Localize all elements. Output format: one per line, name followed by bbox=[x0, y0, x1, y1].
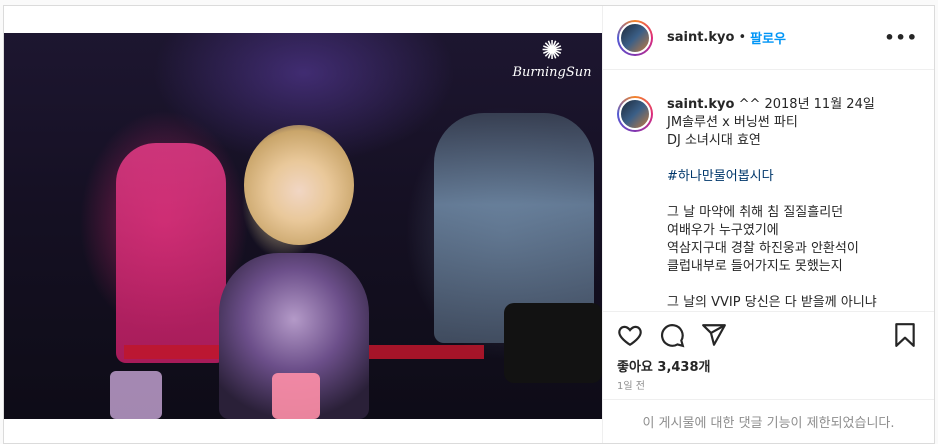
action-bar bbox=[603, 311, 934, 357]
logo-text: BurningSun bbox=[512, 65, 592, 80]
photo-phone bbox=[272, 373, 320, 419]
caption-first-line: ^^ 2018년 11월 24일 bbox=[734, 97, 875, 112]
share-icon[interactable] bbox=[701, 322, 727, 348]
follow-button[interactable]: 팔로우 bbox=[750, 28, 786, 47]
post-header: saint.kyo • 팔로우 ••• bbox=[603, 6, 934, 70]
post-media[interactable]: ✺ BurningSun bbox=[4, 6, 602, 443]
post-sidebar: saint.kyo • 팔로우 ••• saint.kyo ^^ 2018년 1… bbox=[602, 6, 934, 443]
caption-line: 역삼지구대 경찰 하진웅과 안환석이 bbox=[667, 241, 859, 256]
likes-count[interactable]: 좋아요 3,438개 bbox=[603, 357, 934, 379]
photo-phone-left bbox=[110, 371, 162, 419]
comments-restricted-notice: 이 게시물에 대한 댓글 기능이 제한되었습니다. bbox=[603, 399, 934, 443]
comment-icon[interactable] bbox=[659, 322, 685, 348]
caption-username[interactable]: saint.kyo bbox=[667, 97, 734, 112]
separator-dot: • bbox=[738, 30, 747, 45]
photo-figure-head bbox=[244, 125, 354, 245]
caption-text: saint.kyo ^^ 2018년 11월 24일 JM솔루션 x 버닝썬 파… bbox=[667, 96, 917, 311]
caption-line: DJ 소녀시대 효연 bbox=[667, 133, 761, 148]
caption-line: JM솔루션 x 버닝썬 파티 bbox=[667, 115, 798, 130]
caption-line: 여배우가 누구였기에 bbox=[667, 223, 779, 238]
avatar[interactable] bbox=[617, 19, 653, 56]
photo-logo: ✺ BurningSun bbox=[504, 37, 600, 93]
photo-figure-pink bbox=[116, 143, 226, 363]
username-link[interactable]: saint.kyo bbox=[667, 30, 734, 45]
caption-line: 그 날의 VVIP 당신은 다 받을께 아니냐 bbox=[667, 295, 877, 310]
caption-area: saint.kyo ^^ 2018년 11월 24일 JM솔루션 x 버닝썬 파… bbox=[603, 70, 934, 311]
hashtag-link[interactable]: #하나만물어봅시다 bbox=[667, 168, 917, 186]
heart-icon[interactable] bbox=[617, 322, 643, 348]
caption-avatar[interactable] bbox=[617, 96, 653, 132]
post-photo[interactable]: ✺ BurningSun bbox=[4, 33, 602, 419]
bookmark-icon[interactable] bbox=[892, 322, 918, 348]
sun-logo-icon: ✺ bbox=[541, 36, 563, 66]
caption-line: 클럽내부로 들어가지도 못했는지 bbox=[667, 259, 843, 274]
more-options-icon[interactable]: ••• bbox=[884, 28, 918, 47]
photo-camera bbox=[504, 303, 602, 383]
post-timestamp[interactable]: 1일 전 bbox=[603, 379, 934, 399]
caption-line: 그 날 마약에 취해 침 질질흘리던 bbox=[667, 205, 844, 220]
post-card: ✺ BurningSun saint.kyo • 팔로우 ••• saint.k… bbox=[3, 5, 935, 444]
